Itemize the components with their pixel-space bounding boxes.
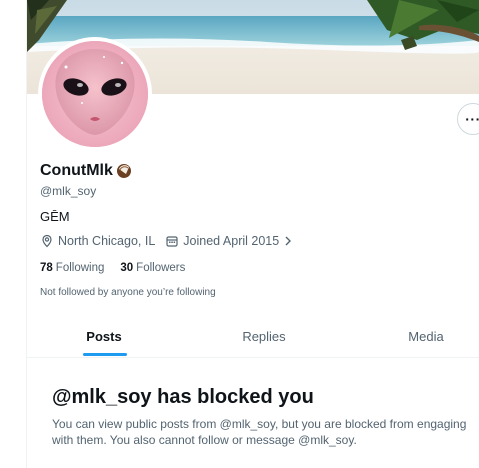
location-text: North Chicago, IL: [58, 234, 156, 248]
followers-link[interactable]: 30 Followers: [120, 262, 185, 274]
tab-replies-label: Replies: [242, 328, 286, 344]
tab-media-label: Media: [408, 328, 444, 344]
following-link[interactable]: 78 Following: [40, 262, 104, 274]
joined-text: Joined April 2015: [183, 234, 280, 248]
calendar-icon: [165, 234, 179, 248]
display-name-row: ConutMlk: [40, 162, 133, 180]
followers-label: Followers: [136, 262, 186, 274]
location-pin-icon: [40, 234, 54, 248]
profile-bio: GĒM: [40, 209, 70, 224]
tab-replies[interactable]: Replies: [211, 314, 317, 358]
tab-posts-label: Posts: [86, 328, 122, 344]
following-label: Following: [55, 262, 105, 274]
display-name: ConutMlk: [40, 162, 113, 179]
follow-stats: 78 Following 30 Followers: [40, 262, 185, 274]
tab-media[interactable]: Media: [373, 314, 479, 358]
tab-posts[interactable]: Posts: [51, 314, 157, 358]
followers-count: 30: [120, 262, 134, 274]
active-tab-indicator: [83, 353, 127, 356]
chevron-right-icon: [283, 235, 293, 247]
location-item: North Chicago, IL: [40, 234, 155, 248]
coconut-emoji-icon: [115, 162, 133, 180]
joined-item[interactable]: Joined April 2015: [165, 234, 293, 248]
profile-meta: North Chicago, IL Joined April 2015: [40, 234, 303, 248]
blocked-message: You can view public posts from @mlk_soy,…: [52, 417, 467, 447]
following-count: 78: [40, 262, 53, 274]
avatar[interactable]: [38, 37, 152, 151]
more-button[interactable]: ···: [457, 103, 479, 135]
more-icon: ···: [465, 111, 479, 127]
blocked-title: @mlk_soy has blocked you: [52, 386, 314, 408]
profile-tabs: Posts Replies Media: [27, 314, 479, 358]
profile-handle: @mlk_soy: [40, 184, 97, 198]
not-followed-notice: Not followed by anyone you’re following: [40, 287, 216, 298]
